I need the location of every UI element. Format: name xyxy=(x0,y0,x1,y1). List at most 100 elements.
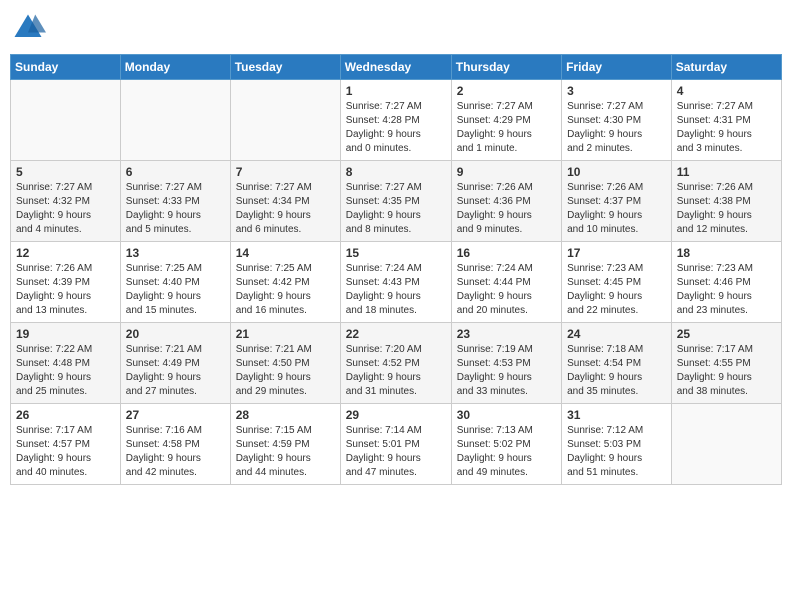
calendar-week-row: 19 Sunrise: 7:22 AM Sunset: 4:48 PM Dayli… xyxy=(11,323,782,404)
day-info: Sunrise: 7:20 AM Sunset: 4:52 PM Dayligh… xyxy=(346,343,446,399)
weekday-header: Sunday xyxy=(11,55,121,80)
calendar-day-cell: 8 Sunrise: 7:27 AM Sunset: 4:35 PM Daylig… xyxy=(340,161,451,242)
calendar-day-cell: 7Sunrise: 7:27 AM Sunset: 4:34 PM Daylig… xyxy=(230,161,340,242)
day-info: Sunrise: 7:24 AM Sunset: 4:44 PM Dayligh… xyxy=(457,262,556,318)
weekday-header: Saturday xyxy=(671,55,781,80)
calendar-week-row: 12 Sunrise: 7:26 AM Sunset: 4:39 PM Dayli… xyxy=(11,242,782,323)
day-info: Sunrise: 7:21 AM Sunset: 4:50 PM Dayligh… xyxy=(236,343,335,399)
day-number: 6 xyxy=(126,165,225,179)
day-number: 10 xyxy=(567,165,666,179)
weekday-header: Friday xyxy=(562,55,672,80)
day-info: Sunrise: 7:14 AM Sunset: 5:01 PM Dayligh… xyxy=(346,424,446,480)
calendar-day-cell: 23Sunrise: 7:19 AM Sunset: 4:53 PM Dayli… xyxy=(451,323,561,404)
day-info: Sunrise: 7:23 AM Sunset: 4:45 PM Dayligh… xyxy=(567,262,666,318)
day-info: Sunrise: 7:21 AM Sunset: 4:49 PM Dayligh… xyxy=(126,343,225,399)
calendar-day-cell: 26 Sunrise: 7:17 AM Sunset: 4:57 PM Dayli… xyxy=(11,404,121,485)
calendar-day-cell: 9 Sunrise: 7:26 AM Sunset: 4:36 PM Daylig… xyxy=(451,161,561,242)
calendar-day-cell: 2 Sunrise: 7:27 AM Sunset: 4:29 PM Daylig… xyxy=(451,80,561,161)
day-number: 2 xyxy=(457,84,556,98)
day-info: Sunrise: 7:27 AM Sunset: 4:31 PM Dayligh… xyxy=(677,100,776,156)
calendar-day-cell: 28 Sunrise: 7:15 AM Sunset: 4:59 PM Dayli… xyxy=(230,404,340,485)
day-number: 20 xyxy=(126,327,225,341)
weekday-header: Tuesday xyxy=(230,55,340,80)
calendar-day-cell: 27 Sunrise: 7:16 AM Sunset: 4:58 PM Dayli… xyxy=(120,404,230,485)
day-number: 19 xyxy=(16,327,115,341)
weekday-header: Thursday xyxy=(451,55,561,80)
calendar-week-row: 5 Sunrise: 7:27 AM Sunset: 4:32 PM Daylig… xyxy=(11,161,782,242)
day-info: Sunrise: 7:16 AM Sunset: 4:58 PM Dayligh… xyxy=(126,424,225,480)
day-info: Sunrise: 7:17 AM Sunset: 4:55 PM Dayligh… xyxy=(677,343,776,399)
day-info: Sunrise: 7:26 AM Sunset: 4:36 PM Dayligh… xyxy=(457,181,556,237)
calendar-table: SundayMondayTuesdayWednesdayThursdayFrid… xyxy=(10,54,782,485)
calendar-day-cell: 31 Sunrise: 7:12 AM Sunset: 5:03 PM Dayli… xyxy=(562,404,672,485)
day-info: Sunrise: 7:26 AM Sunset: 4:39 PM Dayligh… xyxy=(16,262,115,318)
calendar-day-cell: 24Sunrise: 7:18 AM Sunset: 4:54 PM Dayli… xyxy=(562,323,672,404)
calendar-day-cell: 10 Sunrise: 7:26 AM Sunset: 4:37 PM Dayli… xyxy=(562,161,672,242)
day-info: Sunrise: 7:15 AM Sunset: 4:59 PM Dayligh… xyxy=(236,424,335,480)
calendar-day-cell xyxy=(120,80,230,161)
calendar-day-cell: 14Sunrise: 7:25 AM Sunset: 4:42 PM Dayli… xyxy=(230,242,340,323)
day-info: Sunrise: 7:27 AM Sunset: 4:28 PM Dayligh… xyxy=(346,100,446,156)
calendar-day-cell: 19 Sunrise: 7:22 AM Sunset: 4:48 PM Dayli… xyxy=(11,323,121,404)
calendar-header-row: SundayMondayTuesdayWednesdayThursdayFrid… xyxy=(11,55,782,80)
day-number: 17 xyxy=(567,246,666,260)
day-info: Sunrise: 7:26 AM Sunset: 4:38 PM Dayligh… xyxy=(677,181,776,237)
day-info: Sunrise: 7:27 AM Sunset: 4:35 PM Dayligh… xyxy=(346,181,446,237)
calendar-day-cell: 6Sunrise: 7:27 AM Sunset: 4:33 PM Daylig… xyxy=(120,161,230,242)
day-number: 26 xyxy=(16,408,115,422)
logo xyxy=(10,10,50,46)
calendar-day-cell: 17 Sunrise: 7:23 AM Sunset: 4:45 PM Dayli… xyxy=(562,242,672,323)
day-number: 14 xyxy=(236,246,335,260)
day-number: 18 xyxy=(677,246,776,260)
day-info: Sunrise: 7:18 AM Sunset: 4:54 PM Dayligh… xyxy=(567,343,666,399)
day-number: 30 xyxy=(457,408,556,422)
day-number: 16 xyxy=(457,246,556,260)
day-info: Sunrise: 7:23 AM Sunset: 4:46 PM Dayligh… xyxy=(677,262,776,318)
day-number: 4 xyxy=(677,84,776,98)
day-info: Sunrise: 7:22 AM Sunset: 4:48 PM Dayligh… xyxy=(16,343,115,399)
calendar-day-cell: 1 Sunrise: 7:27 AM Sunset: 4:28 PM Daylig… xyxy=(340,80,451,161)
day-info: Sunrise: 7:27 AM Sunset: 4:34 PM Dayligh… xyxy=(236,181,335,237)
calendar-day-cell xyxy=(11,80,121,161)
day-number: 12 xyxy=(16,246,115,260)
day-info: Sunrise: 7:24 AM Sunset: 4:43 PM Dayligh… xyxy=(346,262,446,318)
day-number: 27 xyxy=(126,408,225,422)
calendar-day-cell: 16 Sunrise: 7:24 AM Sunset: 4:44 PM Dayli… xyxy=(451,242,561,323)
day-number: 25 xyxy=(677,327,776,341)
day-number: 5 xyxy=(16,165,115,179)
weekday-header: Wednesday xyxy=(340,55,451,80)
day-number: 9 xyxy=(457,165,556,179)
calendar-day-cell: 21 Sunrise: 7:21 AM Sunset: 4:50 PM Dayli… xyxy=(230,323,340,404)
day-number: 15 xyxy=(346,246,446,260)
weekday-header: Monday xyxy=(120,55,230,80)
day-info: Sunrise: 7:27 AM Sunset: 4:32 PM Dayligh… xyxy=(16,181,115,237)
day-number: 21 xyxy=(236,327,335,341)
day-number: 28 xyxy=(236,408,335,422)
calendar-day-cell: 22 Sunrise: 7:20 AM Sunset: 4:52 PM Dayli… xyxy=(340,323,451,404)
day-info: Sunrise: 7:27 AM Sunset: 4:29 PM Dayligh… xyxy=(457,100,556,156)
day-info: Sunrise: 7:25 AM Sunset: 4:40 PM Dayligh… xyxy=(126,262,225,318)
calendar-day-cell: 5 Sunrise: 7:27 AM Sunset: 4:32 PM Daylig… xyxy=(11,161,121,242)
day-number: 1 xyxy=(346,84,446,98)
day-number: 8 xyxy=(346,165,446,179)
day-number: 29 xyxy=(346,408,446,422)
day-number: 31 xyxy=(567,408,666,422)
calendar-day-cell: 29 Sunrise: 7:14 AM Sunset: 5:01 PM Dayli… xyxy=(340,404,451,485)
calendar-day-cell: 4 Sunrise: 7:27 AM Sunset: 4:31 PM Daylig… xyxy=(671,80,781,161)
calendar-day-cell: 15 Sunrise: 7:24 AM Sunset: 4:43 PM Dayli… xyxy=(340,242,451,323)
day-info: Sunrise: 7:12 AM Sunset: 5:03 PM Dayligh… xyxy=(567,424,666,480)
calendar-day-cell: 3Sunrise: 7:27 AM Sunset: 4:30 PM Daylig… xyxy=(562,80,672,161)
calendar-day-cell xyxy=(230,80,340,161)
day-number: 3 xyxy=(567,84,666,98)
calendar-day-cell: 12 Sunrise: 7:26 AM Sunset: 4:39 PM Dayli… xyxy=(11,242,121,323)
day-number: 22 xyxy=(346,327,446,341)
day-number: 13 xyxy=(126,246,225,260)
calendar-week-row: 26 Sunrise: 7:17 AM Sunset: 4:57 PM Dayli… xyxy=(11,404,782,485)
calendar-day-cell: 20 Sunrise: 7:21 AM Sunset: 4:49 PM Dayli… xyxy=(120,323,230,404)
page-header xyxy=(10,10,782,46)
day-info: Sunrise: 7:19 AM Sunset: 4:53 PM Dayligh… xyxy=(457,343,556,399)
day-info: Sunrise: 7:13 AM Sunset: 5:02 PM Dayligh… xyxy=(457,424,556,480)
calendar-day-cell: 13 Sunrise: 7:25 AM Sunset: 4:40 PM Dayli… xyxy=(120,242,230,323)
day-info: Sunrise: 7:17 AM Sunset: 4:57 PM Dayligh… xyxy=(16,424,115,480)
day-info: Sunrise: 7:26 AM Sunset: 4:37 PM Dayligh… xyxy=(567,181,666,237)
